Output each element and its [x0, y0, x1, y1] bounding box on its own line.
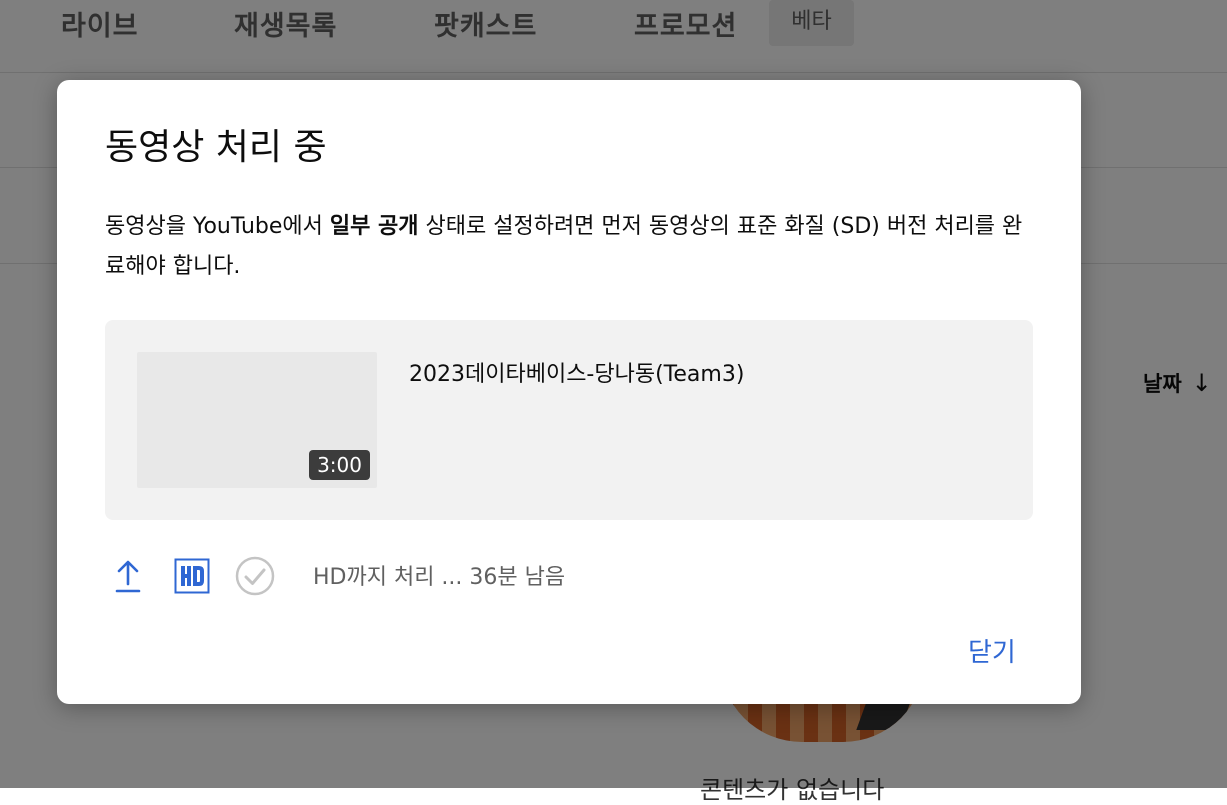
video-duration: 3:00: [309, 450, 370, 480]
description-text-1: 동영상을 YouTube에서: [105, 214, 330, 239]
video-title: 2023데이타베이스-당나동(Team3): [409, 362, 745, 387]
upload-icon: [113, 558, 143, 594]
description-bold: 일부 공개: [329, 214, 419, 239]
check-circle-icon: [235, 556, 275, 596]
processing-dialog: 동영상 처리 중 동영상을 YouTube에서 일부 공개 상태로 설정하려면 …: [57, 80, 1081, 704]
close-button[interactable]: 닫기: [962, 628, 1022, 673]
processing-status-text: HD까지 처리 ... 36분 남음: [313, 565, 566, 590]
dialog-title: 동영상 처리 중: [105, 127, 327, 168]
dialog-description: 동영상을 YouTube에서 일부 공개 상태로 설정하려면 먼저 동영상의 표…: [105, 207, 1025, 287]
video-thumbnail: 3:00: [137, 352, 377, 488]
video-card: 3:00 2023데이타베이스-당나동(Team3): [105, 320, 1033, 520]
hd-icon: [174, 558, 210, 594]
